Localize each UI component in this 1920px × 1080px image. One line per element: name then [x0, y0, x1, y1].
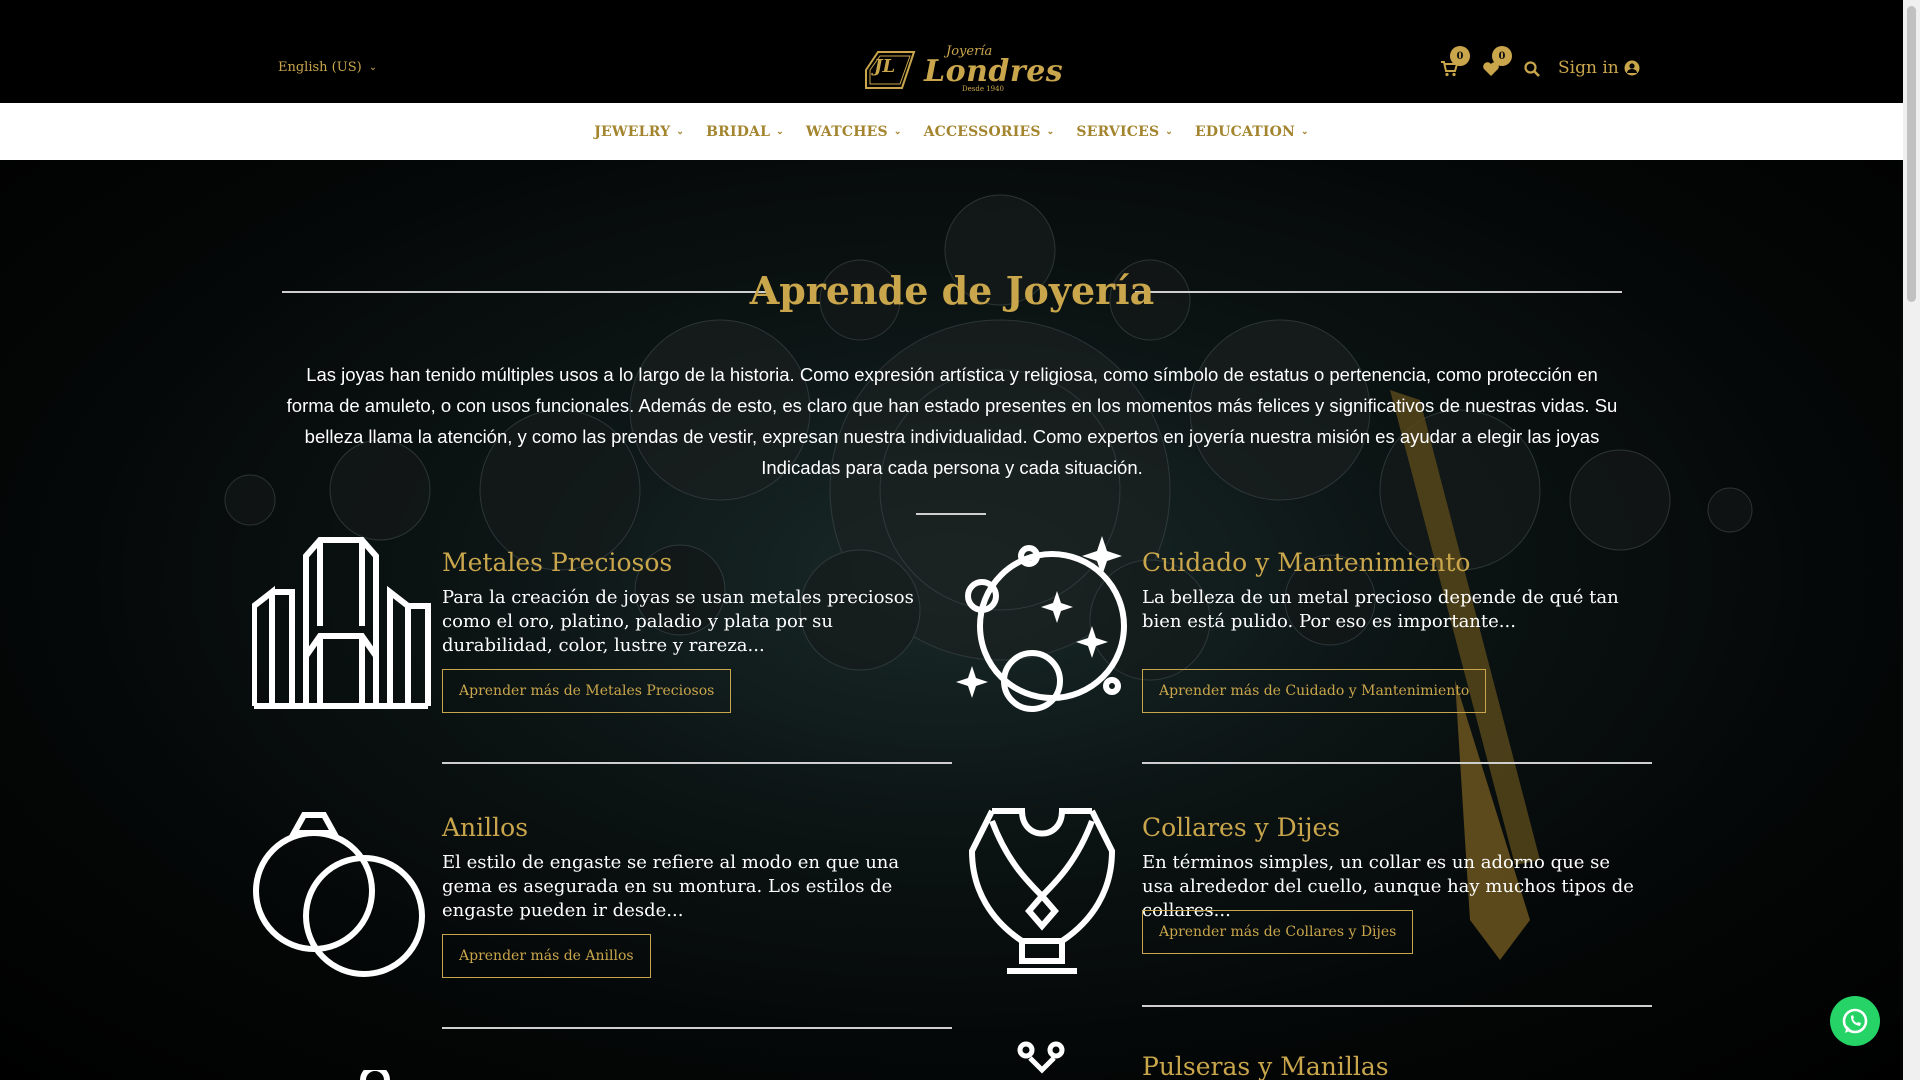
- logo-tagline: Desde 1940: [962, 85, 1005, 93]
- nav-item-education[interactable]: EDUCATION ⌄: [1195, 124, 1309, 140]
- top-header: English (US) ⌄ JL Joyería Londres Desde …: [0, 0, 1903, 103]
- card-title: Pulseras y Manillas: [1142, 1052, 1389, 1080]
- learn-more-metales-button[interactable]: Aprender más de Metales Preciosos: [442, 669, 732, 713]
- chevron-down-icon: ⌄: [368, 62, 378, 73]
- card-text: Para la creación de joyas se usan metale…: [442, 587, 914, 656]
- card-metales-preciosos: Metales Preciosos Para la creación de jo…: [252, 536, 952, 736]
- nav-label: BRIDAL: [706, 123, 771, 140]
- scrollbar-thumb[interactable]: [1907, 6, 1916, 302]
- learn-more-anillos-button[interactable]: Aprender más de Anillos: [442, 934, 651, 978]
- learn-more-cuidado-button[interactable]: Aprender más de Cuidado y Mantenimiento: [1142, 669, 1487, 713]
- nav-item-bridal[interactable]: BRIDAL ⌄: [706, 124, 784, 140]
- nav-item-accessories[interactable]: ACCESSORIES ⌄: [924, 124, 1055, 140]
- chevron-down-icon: ⌄: [676, 126, 685, 137]
- partial-card-icon: [360, 1070, 390, 1080]
- card-text: El estilo de engaste se refiere al modo …: [442, 852, 900, 921]
- card-title: Collares y Dijes: [1142, 813, 1341, 842]
- card-pulseras-manillas: Pulseras y Manillas: [952, 1040, 1652, 1080]
- sign-in-link[interactable]: Sign in: [1558, 58, 1640, 78]
- intro-paragraph: Las joyas han tenido múltiples usos a lo…: [286, 364, 1618, 478]
- card-cuidado-mantenimiento: Cuidado y Mantenimiento La belleza de un…: [952, 536, 1652, 736]
- whatsapp-icon: [1842, 1008, 1868, 1034]
- cart-button[interactable]: 0: [1438, 46, 1470, 80]
- chevron-down-icon: ⌄: [776, 126, 784, 137]
- sparkle-bubbles-icon: [956, 536, 1127, 712]
- section-title-wrap: Aprende de Joyería: [282, 266, 1622, 316]
- chevron-down-icon: ⌄: [1165, 126, 1174, 137]
- card-divider: [1142, 1005, 1652, 1007]
- nav-item-services[interactable]: SERVICES ⌄: [1076, 124, 1173, 140]
- nav-label: JEWELRY: [594, 123, 671, 140]
- rings-icon: [253, 812, 425, 977]
- gold-bars-icon: [252, 537, 431, 709]
- chevron-down-icon: ⌄: [893, 126, 902, 137]
- education-section: Aprende de Joyería Las joyas han tenido …: [0, 160, 1903, 1080]
- chevron-down-icon: ⌄: [1046, 126, 1055, 137]
- sign-in-label: Sign in: [1558, 58, 1619, 78]
- nav-label: EDUCATION: [1195, 123, 1296, 140]
- card-anillos: Anillos El estilo de engaste se refiere …: [252, 801, 952, 1001]
- language-label: English (US): [278, 60, 362, 75]
- card-divider: [442, 1027, 952, 1029]
- chevron-down-icon: ⌄: [1301, 126, 1309, 137]
- learn-more-collares-button[interactable]: Aprender más de Collares y Dijes: [1142, 910, 1414, 954]
- main-nav: JEWELRY ⌄ BRIDAL ⌄ WATCHES ⌄ ACCESSORIES ⌄ S…: [0, 103, 1903, 160]
- logo-brand-text: Londres: [924, 54, 1064, 89]
- card-title: Cuidado y Mantenimiento: [1142, 548, 1471, 577]
- card-text: La belleza de un metal precioso depende …: [1142, 587, 1619, 632]
- card-collares-dijes: Collares y Dijes En términos simples, un…: [952, 801, 1652, 1001]
- language-selector[interactable]: English (US) ⌄: [278, 60, 377, 75]
- necklace-bust-icon: [968, 808, 1116, 974]
- whatsapp-button[interactable]: [1830, 996, 1880, 1046]
- nav-item-jewelry[interactable]: JEWELRY ⌄: [594, 124, 684, 140]
- nav-item-watches[interactable]: WATCHES ⌄: [806, 124, 902, 140]
- intro-separator: [916, 513, 986, 515]
- page-title: Aprende de Joyería: [749, 268, 1155, 313]
- page-scrollbar[interactable]: [1903, 0, 1920, 1080]
- card-divider: [442, 762, 952, 764]
- logo[interactable]: JL Joyería Londres Desde 1940: [862, 44, 1063, 94]
- card-divider: [1142, 762, 1652, 764]
- nav-label: SERVICES: [1076, 123, 1160, 140]
- nav-label: ACCESSORIES: [923, 123, 1041, 140]
- card-title: Anillos: [442, 813, 529, 842]
- logo-mark: JL: [874, 56, 896, 77]
- nav-label: WATCHES: [805, 123, 888, 140]
- search-button[interactable]: [1521, 58, 1543, 80]
- cart-count-badge: 0: [1450, 46, 1470, 66]
- wishlist-count-badge: 0: [1492, 46, 1512, 66]
- search-icon: [1524, 61, 1540, 77]
- bracelet-icon: [1017, 1041, 1065, 1074]
- wishlist-button[interactable]: 0: [1480, 46, 1512, 80]
- user-icon: [1624, 60, 1640, 76]
- card-title: Metales Preciosos: [442, 548, 673, 577]
